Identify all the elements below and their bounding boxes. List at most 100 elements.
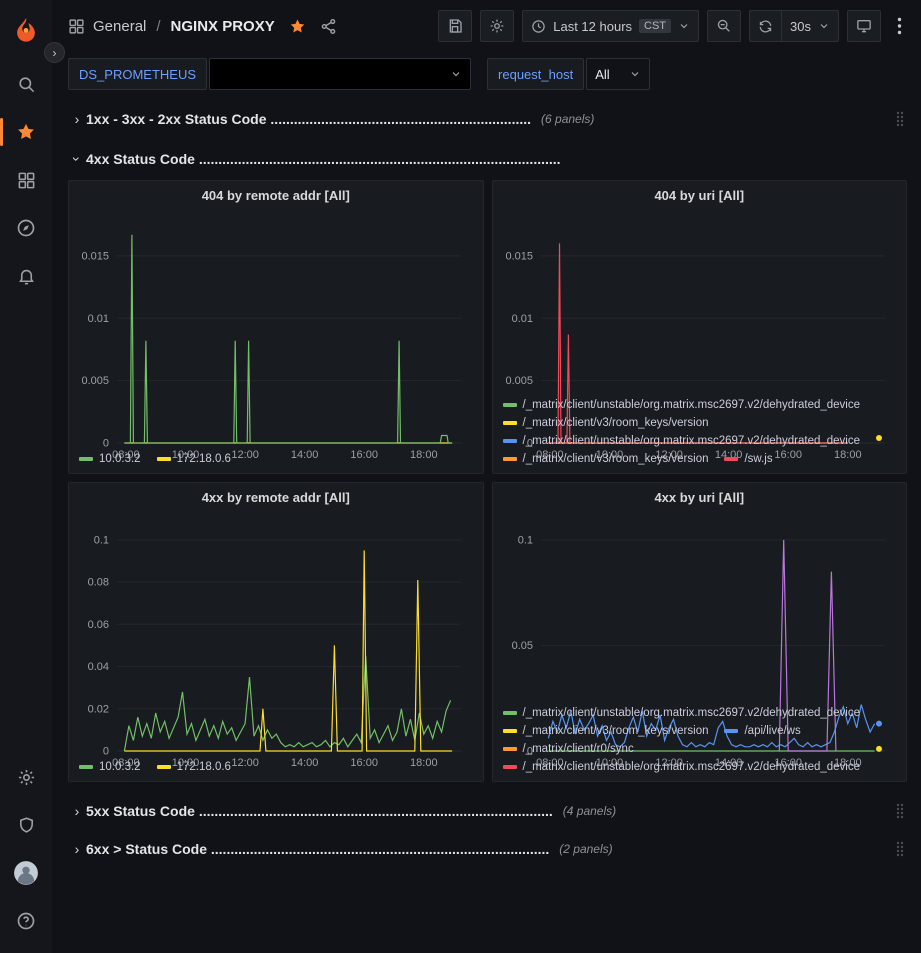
legend-item[interactable]: /_matrix/client/v3/room_keys/version [503,415,709,431]
row-title: 6xx > Status Code ......................… [86,841,549,857]
dashboard-variables-row: DS_PROMETHEUS request_host All [52,52,921,100]
legend-item[interactable]: /sw.js [724,451,772,467]
left-sidebar [0,0,52,953]
panel-title[interactable]: 404 by remote addr [All] [69,181,483,209]
panel-legend: /_matrix/client/unstable/org.matrix.msc2… [493,701,907,781]
dashboards-icon[interactable] [6,160,46,200]
chevron-down-icon: › [69,150,85,168]
ds-prometheus-select[interactable] [209,58,471,90]
legend-item[interactable]: /_matrix/client/unstable/org.matrix.msc2… [503,705,861,721]
top-navbar: General / NGINX PROXY Last 12 hours [52,0,921,52]
dashboard-title[interactable]: NGINX PROXY [171,18,275,35]
chevron-down-icon [629,68,641,80]
legend-item[interactable]: 172.18.0.6 [157,451,231,467]
chevron-down-icon [450,68,462,80]
svg-text:0.05: 0.05 [511,640,532,652]
svg-text:0.01: 0.01 [511,313,532,325]
search-icon[interactable] [6,64,46,104]
row-panel-count: (4 panels) [563,804,616,818]
row-5xx[interactable]: › 5xx Status Code ......................… [68,796,907,826]
row-drag-handle[interactable] [893,803,907,819]
tv-mode-button[interactable] [847,10,881,42]
request-host-value: All [595,67,609,82]
clock-icon [531,19,546,34]
legend-item[interactable]: /api/live/ws [724,723,800,739]
breadcrumb-section[interactable]: General [93,18,146,35]
panel-legend: 10.0.3.2 172.18.0.6 [69,447,483,473]
explore-compass-icon[interactable] [6,208,46,248]
refresh-controls: 30s [749,10,839,42]
panel-title[interactable]: 4xx by remote addr [All] [69,483,483,511]
panel-legend: 10.0.3.2 172.18.0.6 [69,755,483,781]
share-icon[interactable] [320,18,337,35]
chart-canvas-404-uri[interactable]: 00.0050.010.01508:0010:0012:0014:0016:00… [495,211,901,393]
chevron-down-icon [818,20,830,32]
row-title: 1xx - 3xx - 2xx Status Code ............… [86,111,531,127]
chart-canvas-4xx-uri[interactable]: 00.050.108:0010:0012:0014:0016:0018:00 [495,513,901,701]
row-6xx[interactable]: › 6xx > Status Code ....................… [68,834,907,864]
legend-item[interactable]: /_matrix/client/unstable/org.matrix.msc2… [503,759,861,775]
starred-dashboards-icon[interactable] [6,112,46,152]
app-root: › General / NGINX PROXY [0,0,921,953]
chart-canvas-4xx-remote-addr[interactable]: 00.020.040.060.080.108:0010:0012:0014:00… [71,513,477,755]
user-avatar[interactable] [6,853,46,893]
more-options-kebab[interactable] [889,10,909,42]
chevron-right-icon: › [68,111,86,127]
chevron-down-icon [678,20,690,32]
configuration-gear-icon[interactable] [6,757,46,797]
panel-title[interactable]: 4xx by uri [All] [493,483,907,511]
legend-item[interactable]: 10.0.3.2 [79,451,141,467]
dashboard-settings-button[interactable] [480,10,514,42]
request-host-label[interactable]: request_host [487,58,584,90]
save-dashboard-button[interactable] [438,10,472,42]
flame-icon [12,16,40,44]
row-1xx-3xx-2xx[interactable]: › 1xx - 3xx - 2xx Status Code ..........… [68,104,907,134]
gear-icon [489,18,505,34]
panel-grid-4xx: 404 by remote addr [All] 00.0050.010.015… [68,180,907,782]
timezone-badge: CST [639,19,671,33]
request-host-select[interactable]: All [586,58,650,90]
apps-grid-icon[interactable] [68,18,85,35]
monitor-icon [856,18,872,34]
sidebar-expand-toggle[interactable]: › [44,42,65,63]
svg-text:0.02: 0.02 [88,703,109,715]
chart-canvas-404-remote-addr[interactable]: 00.0050.010.01508:0010:0012:0014:0016:00… [71,211,477,447]
panel-404-by-remote-addr: 404 by remote addr [All] 00.0050.010.015… [68,180,484,474]
breadcrumb-separator: / [156,18,160,35]
grafana-logo[interactable] [6,10,46,50]
ds-prometheus-label[interactable]: DS_PROMETHEUS [68,58,207,90]
row-panel-count: (2 panels) [559,842,612,856]
chevron-right-icon: › [68,841,86,857]
legend-item[interactable]: 10.0.3.2 [79,759,141,775]
time-range-picker[interactable]: Last 12 hours CST [522,10,699,42]
row-panel-count: (6 panels) [541,112,594,126]
svg-text:0.08: 0.08 [88,577,109,589]
panel-404-by-uri: 404 by uri [All] 00.0050.010.01508:0010:… [492,180,908,474]
row-drag-handle[interactable] [893,111,907,127]
request-host-variable: request_host All [487,58,650,90]
refresh-button[interactable] [749,10,781,42]
legend-item[interactable]: /_matrix/client/v3/room_keys/version [503,723,709,739]
refresh-interval-dropdown[interactable]: 30s [781,10,839,42]
row-title: 5xx Status Code ........................… [86,803,553,819]
favorite-star-icon[interactable] [289,18,306,35]
dashboard-scroll-area[interactable]: › 1xx - 3xx - 2xx Status Code ..........… [52,100,921,953]
panel-title[interactable]: 404 by uri [All] [493,181,907,209]
legend-item[interactable]: /_matrix/client/v3/room_keys/version [503,451,709,467]
server-admin-shield-icon[interactable] [6,805,46,845]
legend-item[interactable]: /_matrix/client/r0/sync [503,741,634,757]
legend-item[interactable]: /_matrix/client/unstable/org.matrix.msc2… [503,397,861,413]
help-icon[interactable] [6,901,46,941]
legend-item[interactable]: /_matrix/client/unstable/org.matrix.msc2… [503,433,861,449]
svg-text:0.04: 0.04 [88,661,109,673]
row-4xx[interactable]: › 4xx Status Code ......................… [68,144,907,174]
zoom-out-time-button[interactable] [707,10,741,42]
legend-item[interactable]: 172.18.0.6 [157,759,231,775]
svg-text:0.1: 0.1 [94,534,109,546]
alerting-bell-icon[interactable] [6,256,46,296]
svg-text:0.1: 0.1 [517,534,532,546]
svg-text:0.015: 0.015 [81,250,109,262]
row-drag-handle[interactable] [893,841,907,857]
chevron-right-icon: › [68,803,86,819]
row-title: 4xx Status Code ........................… [86,151,561,167]
